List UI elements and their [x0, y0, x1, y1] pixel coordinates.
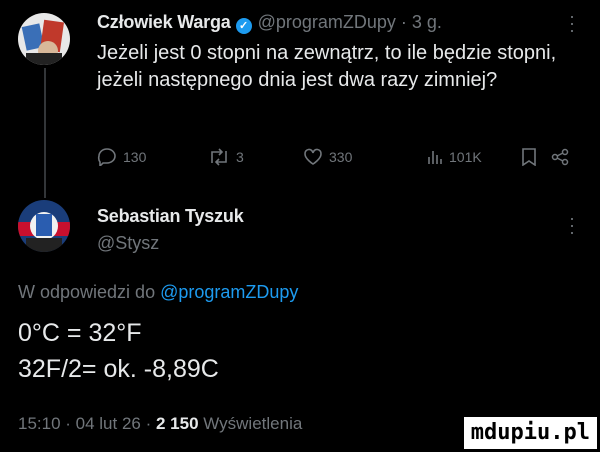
- avatar-image: [18, 13, 70, 65]
- avatar-image: [18, 200, 70, 252]
- views-action[interactable]: 101K: [427, 148, 482, 166]
- retweet-count: 3: [236, 149, 244, 165]
- retweet-icon: [211, 148, 227, 166]
- avatar-czlowiek-warga[interactable]: [18, 13, 70, 65]
- like-icon: [304, 148, 322, 165]
- timestamp[interactable]: 15:10 · 04 lut 26 ·: [18, 414, 156, 433]
- share-icon: [551, 148, 569, 166]
- views-label: Wyświetlenia: [198, 414, 303, 433]
- watermark-logo: mdupiu.pl: [463, 417, 597, 449]
- share-action[interactable]: [551, 148, 569, 166]
- author-name[interactable]: Sebastian Tyszuk: [97, 206, 244, 227]
- author-name[interactable]: Człowiek Warga: [97, 12, 231, 32]
- replying-to-prefix: W odpowiedzi do: [18, 282, 161, 302]
- thread-connector-line: [44, 68, 46, 198]
- more-icon[interactable]: ···: [562, 216, 583, 237]
- avatar-sebastian-tyszuk[interactable]: [18, 200, 70, 252]
- bookmark-icon: [522, 148, 536, 166]
- tweet-text: Jeżeli jest 0 stopni na zewnątrz, to ile…: [97, 42, 557, 91]
- author-handle[interactable]: @Stysz: [97, 233, 159, 254]
- bookmark-action[interactable]: [521, 148, 537, 166]
- verified-badge-icon: ✓: [235, 18, 252, 34]
- tweet-header: Człowiek Warga ✓ @programZDupy · 3 g.: [97, 12, 442, 34]
- like-count: 330: [329, 149, 353, 165]
- views-count: 101K: [449, 149, 482, 165]
- reply-text-line-1: 0°C = 32°F: [18, 319, 142, 347]
- reply-action[interactable]: 130: [97, 148, 146, 166]
- retweet-action[interactable]: 3: [208, 148, 244, 166]
- reply-count: 130: [123, 149, 147, 165]
- views-icon: [428, 151, 442, 164]
- like-action[interactable]: 330: [303, 148, 352, 166]
- views-count: 2 150: [155, 414, 199, 433]
- reply-icon: [97, 148, 116, 166]
- replying-to-handle-link[interactable]: @programZDupy: [160, 282, 298, 302]
- reply-text-line-2: 32F/2= ok. -8,89C: [18, 355, 219, 383]
- reply-meta: 15:10 · 04 lut 26 · 2 150 Wyświetlenia: [18, 414, 302, 434]
- more-icon[interactable]: ···: [562, 14, 583, 35]
- author-handle-time[interactable]: @programZDupy · 3 g.: [258, 12, 442, 32]
- replying-to: W odpowiedzi do @programZDupy: [18, 282, 298, 303]
